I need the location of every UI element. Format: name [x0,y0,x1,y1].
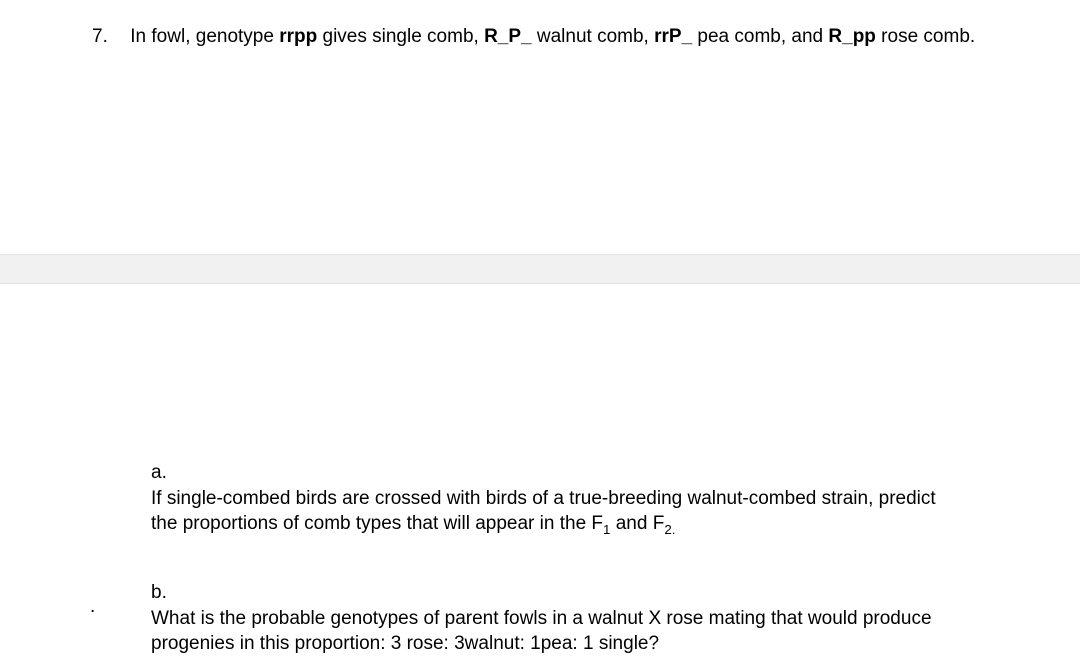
text-segment: rose comb. [876,26,975,47]
stray-dot: . [90,594,95,620]
genotype-rp: R_P_ [484,26,532,47]
text-segment: gives single comb, [317,26,484,47]
subquestion-a: a. If single-combed birds are crossed wi… [151,460,990,539]
page-divider [0,254,1080,284]
question-number: 7. [92,24,125,50]
text-segment: In fowl, genotype [130,26,279,47]
text-segment: If single-combed birds are crossed with … [151,488,936,535]
genotype-rrpp: rrpp [279,26,317,47]
question-body: In fowl, genotype rrpp gives single comb… [130,24,988,50]
subquestion-letter-a: a. [151,460,178,486]
text-segment: and F [610,513,664,534]
subquestion-b: b. What is the probable genotypes of par… [151,580,990,657]
subquestion-a-body: If single-combed birds are crossed with … [151,486,958,539]
genotype-rpp: R_pp [828,26,876,47]
genotype-rrp: rrP_ [654,26,692,47]
subquestion-b-body: What is the probable genotypes of parent… [151,606,958,657]
text-segment: pea comb, and [692,26,828,47]
text-segment: walnut comb, [532,26,655,47]
document-page: 7. In fowl, genotype rrpp gives single c… [0,0,1080,672]
subquestion-letter-b: b. [151,580,178,606]
question-main: 7. In fowl, genotype rrpp gives single c… [92,24,990,50]
subscript-2: 2. [664,522,675,537]
